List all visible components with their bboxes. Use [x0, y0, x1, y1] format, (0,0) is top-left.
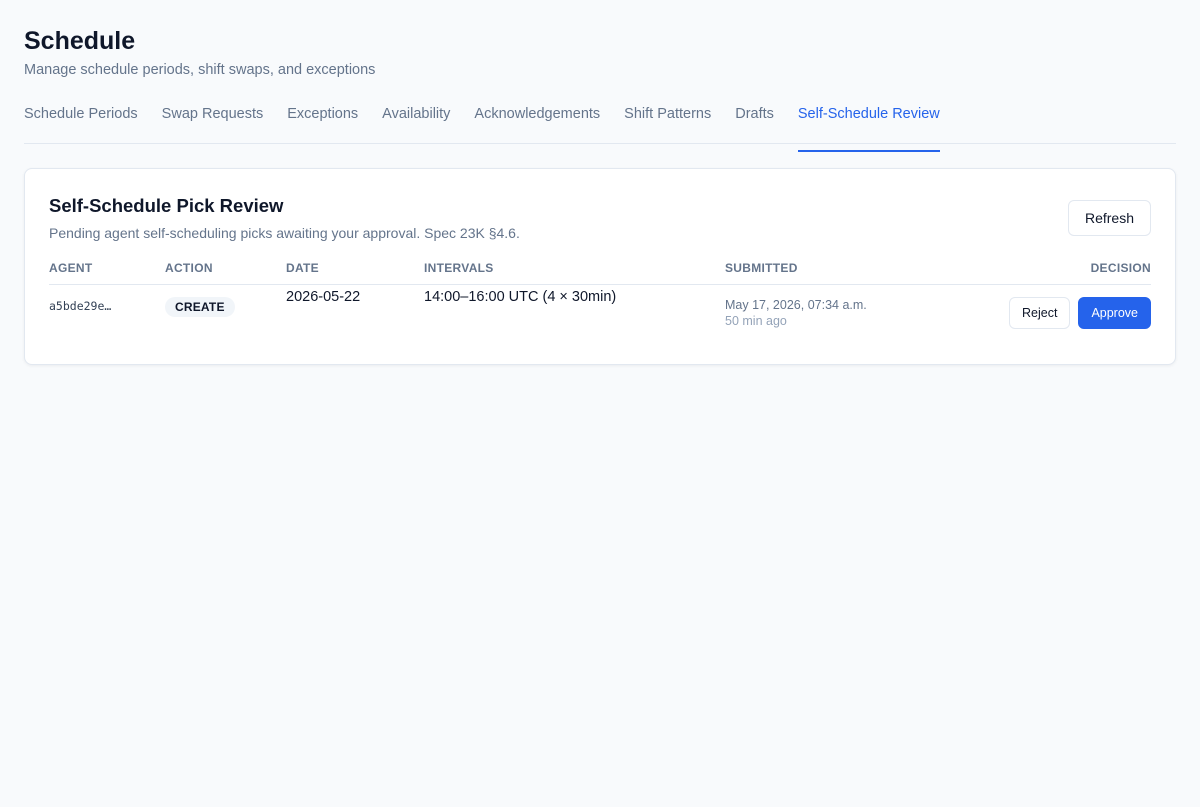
column-header-agent: Agent — [49, 252, 165, 285]
agent-id: a5bde29e… — [49, 298, 112, 313]
date-cell: 2026-05-22 — [286, 288, 361, 305]
table-header: Agent Action Date Intervals Submitted De… — [49, 252, 1151, 285]
tab-swap-requests[interactable]: Swap Requests — [162, 104, 264, 143]
tab-bar: Schedule Periods Swap Requests Exception… — [24, 104, 1176, 152]
action-cell: CREATE — [165, 284, 286, 330]
column-header-intervals: Intervals — [424, 252, 725, 285]
column-header-action: Action — [165, 252, 286, 285]
agent-cell: a5bde29e… — [49, 284, 165, 330]
card-header: Self-Schedule Pick Review Pending agent … — [49, 193, 1151, 243]
submitted-relative-time: 50 min ago — [725, 313, 787, 328]
submitted-timestamp: May 17, 2026, 07:34 a.m. — [725, 297, 867, 312]
approve-button[interactable]: Approve — [1078, 296, 1151, 329]
tab-self-schedule-review[interactable]: Self-Schedule Review — [797, 104, 940, 152]
card-heading-group: Self-Schedule Pick Review Pending agent … — [49, 193, 520, 243]
table-row: a5bde29e… CREATE 2026-05-22 14:00–16:00 … — [49, 284, 1151, 330]
tab-acknowledgements[interactable]: Acknowledgements — [474, 104, 600, 143]
page: Schedule Manage schedule periods, shift … — [0, 0, 1200, 807]
card-description: Pending agent self-scheduling picks awai… — [49, 225, 520, 241]
intervals-cell: 14:00–16:00 UTC (4 × 30min) — [424, 288, 617, 305]
reject-button[interactable]: Reject — [1009, 296, 1071, 329]
column-header-decision: Decision — [945, 252, 1151, 285]
tab-schedule-periods[interactable]: Schedule Periods — [24, 104, 138, 143]
decision-actions: Reject Approve — [945, 296, 1151, 329]
decision-cell: Reject Approve — [945, 284, 1151, 330]
tab-shift-patterns[interactable]: Shift Patterns — [624, 104, 711, 143]
tab-drafts[interactable]: Drafts — [735, 104, 774, 143]
card-title: Self-Schedule Pick Review — [49, 195, 284, 216]
refresh-button[interactable]: Refresh — [1067, 200, 1151, 236]
self-schedule-review-card: Self-Schedule Pick Review Pending agent … — [24, 168, 1176, 365]
picks-table: Agent Action Date Intervals Submitted De… — [49, 252, 1151, 330]
action-badge: CREATE — [165, 296, 235, 317]
table-body: a5bde29e… CREATE 2026-05-22 14:00–16:00 … — [49, 284, 1151, 330]
column-header-submitted: Submitted — [725, 252, 945, 285]
tab-availability[interactable]: Availability — [382, 104, 450, 143]
submitted-cell: May 17, 2026, 07:34 a.m. 50 min ago — [725, 284, 945, 330]
tab-exceptions[interactable]: Exceptions — [287, 104, 358, 143]
page-subtitle: Manage schedule periods, shift swaps, an… — [24, 62, 376, 78]
page-title: Schedule — [24, 27, 136, 55]
table-header-row: Agent Action Date Intervals Submitted De… — [49, 252, 1151, 285]
column-header-date: Date — [286, 252, 424, 285]
